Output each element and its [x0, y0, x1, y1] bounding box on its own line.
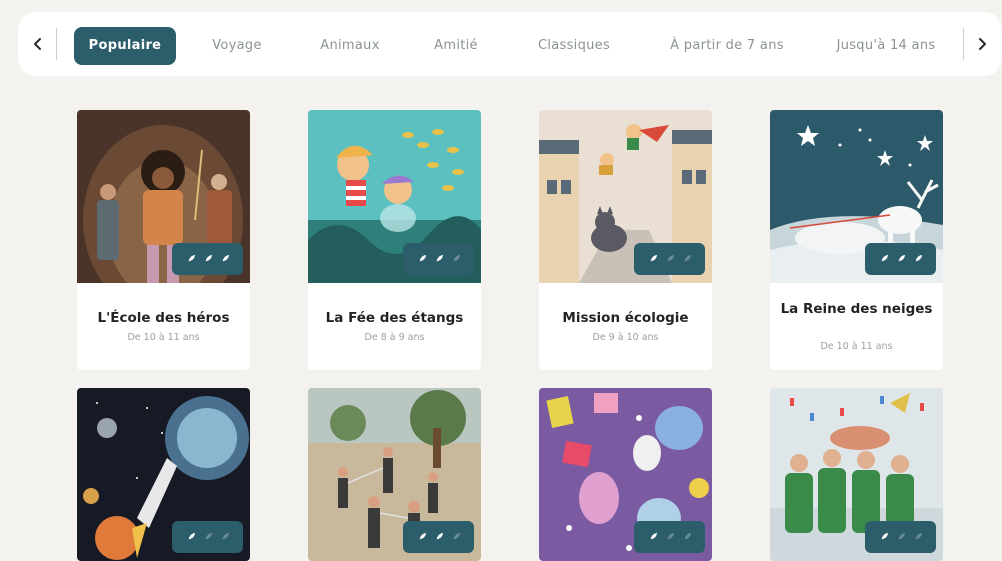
tab-populaire[interactable]: Populaire [74, 27, 176, 65]
book-age-range: De 8 à 9 ans [364, 332, 425, 343]
feather-filled-icon [433, 532, 444, 542]
feather-filled-icon [878, 254, 889, 264]
feather-empty-icon [219, 532, 230, 542]
book-card[interactable]: Mission écologie De 9 à 10 ans [539, 110, 712, 370]
feather-empty-icon [895, 532, 906, 542]
nav-divider [963, 28, 964, 60]
rating-badge [865, 521, 936, 553]
rating-badge [403, 521, 474, 553]
chevron-left-icon [34, 38, 41, 50]
book-title: L'École des héros [97, 310, 230, 326]
feather-empty-icon [202, 532, 213, 542]
rating-badge [865, 243, 936, 275]
feather-empty-icon [681, 532, 692, 542]
book-title: Mission écologie [562, 310, 689, 326]
feather-filled-icon [647, 254, 658, 264]
tab-amitie[interactable]: Amitié [416, 27, 496, 65]
tab-animaux[interactable]: Animaux [300, 27, 400, 65]
feather-filled-icon [219, 254, 230, 264]
rating-badge [634, 521, 705, 553]
feather-empty-icon [664, 532, 675, 542]
tab-voyage[interactable]: Voyage [192, 27, 282, 65]
feather-empty-icon [681, 254, 692, 264]
feather-empty-icon [450, 254, 461, 264]
feather-filled-icon [895, 254, 906, 264]
tab-a-partir-de-7-ans[interactable]: À partir de 7 ans [652, 27, 802, 65]
category-nav-bar: Populaire Voyage Animaux Amitié Classiqu… [18, 12, 1002, 76]
feather-filled-icon [416, 532, 427, 542]
feather-filled-icon [416, 254, 427, 264]
book-card[interactable]: La Fée des étangs De 8 à 9 ans [308, 110, 481, 370]
prev-categories-button[interactable] [24, 30, 52, 58]
feather-filled-icon [878, 532, 889, 542]
rating-badge [403, 243, 474, 275]
feather-filled-icon [185, 254, 196, 264]
book-card[interactable] [308, 388, 481, 561]
feather-empty-icon [664, 254, 675, 264]
book-card[interactable] [77, 388, 250, 561]
next-categories-button[interactable] [968, 30, 996, 58]
feather-filled-icon [185, 532, 196, 542]
chevron-right-icon [979, 38, 986, 50]
book-title: La Fée des étangs [325, 310, 464, 326]
book-card[interactable]: La Reine des neiges De 10 à 11 ans [770, 110, 943, 370]
rating-badge [172, 243, 243, 275]
book-card[interactable] [539, 388, 712, 561]
feather-filled-icon [433, 254, 444, 264]
book-title: La Reine des neiges [780, 301, 933, 317]
tab-classiques[interactable]: Classiques [514, 27, 634, 65]
rating-badge [172, 521, 243, 553]
rating-badge [634, 243, 705, 275]
nav-divider [56, 28, 57, 60]
book-age-range: De 10 à 11 ans [127, 332, 200, 343]
book-card[interactable]: L'École des héros De 10 à 11 ans [77, 110, 250, 370]
feather-filled-icon [912, 254, 923, 264]
book-age-range: De 10 à 11 ans [820, 341, 893, 352]
feather-filled-icon [202, 254, 213, 264]
feather-filled-icon [647, 532, 658, 542]
feather-empty-icon [912, 532, 923, 542]
feather-empty-icon [450, 532, 461, 542]
book-age-range: De 9 à 10 ans [592, 332, 659, 343]
book-card[interactable] [770, 388, 943, 561]
tab-jusqu-a-14-ans[interactable]: Jusqu'à 14 ans [816, 27, 956, 65]
